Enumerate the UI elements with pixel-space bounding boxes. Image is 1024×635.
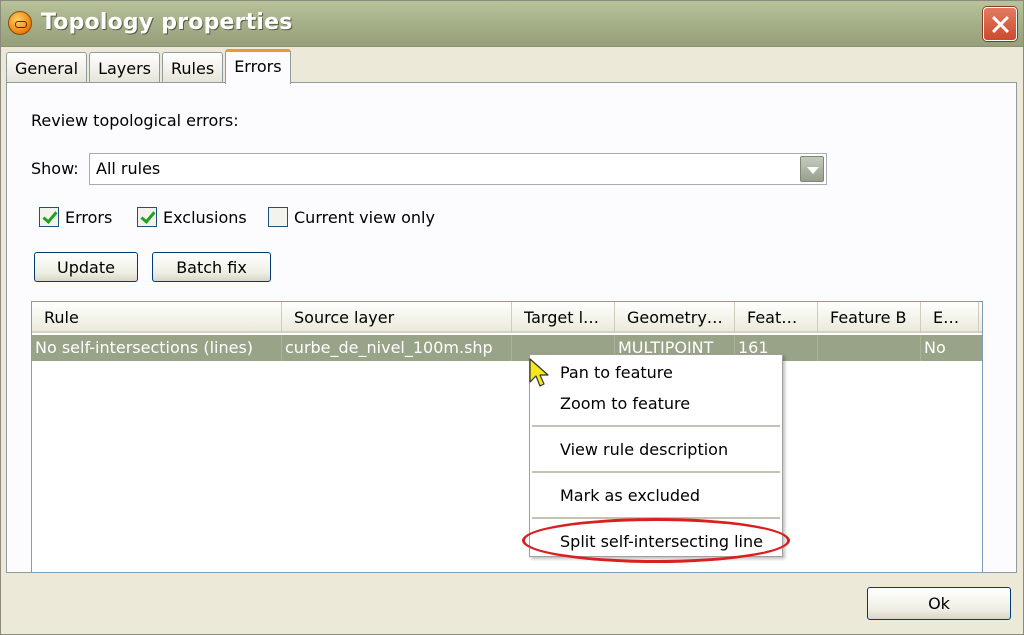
menu-item-mark-as-excluded[interactable]: Mark as excluded (560, 486, 700, 505)
table-row[interactable]: No self-intersections (lines) curbe_de_n… (32, 335, 982, 361)
context-menu: Pan to feature Zoom to feature View rule… (529, 354, 783, 557)
batch-fix-button[interactable]: Batch fix (152, 252, 271, 282)
cell-feature-b (818, 335, 921, 361)
column-header-geometry[interactable]: Geometry… (615, 302, 735, 333)
menu-separator (532, 425, 780, 427)
ok-button[interactable]: Ok (867, 587, 1011, 620)
chevron-down-icon[interactable] (800, 156, 824, 182)
menu-item-pan-to-feature[interactable]: Pan to feature (560, 363, 673, 382)
tab-errors[interactable]: Errors (225, 49, 291, 84)
show-rules-value: All rules (96, 159, 161, 178)
current-view-checkbox-label: Current view only (294, 207, 435, 227)
tab-general[interactable]: General (6, 52, 88, 83)
cell-source-layer: curbe_de_nivel_100m.shp (282, 335, 512, 361)
errors-table: Rule Source layer Target l… Geometry… Fe… (31, 301, 983, 573)
menu-item-view-rule-description[interactable]: View rule description (560, 440, 728, 459)
exclusions-checkbox[interactable] (137, 207, 157, 227)
show-rules-dropdown[interactable]: All rules (89, 153, 827, 185)
cell-rule: No self-intersections (lines) (32, 335, 282, 361)
mouse-pointer-icon (529, 358, 549, 387)
table-header: Rule Source layer Target l… Geometry… Fe… (32, 302, 982, 333)
tab-bar: General Layers Rules Errors (6, 48, 293, 84)
current-view-checkbox[interactable] (268, 207, 288, 227)
cell-excluded: No (924, 338, 946, 357)
menu-item-split-self-intersecting-line[interactable]: Split self-intersecting line (560, 532, 763, 551)
close-icon[interactable] (983, 7, 1017, 41)
exclusions-checkbox-label: Exclusions (163, 207, 247, 227)
app-logo-icon (8, 11, 32, 35)
tab-rules[interactable]: Rules (162, 52, 224, 83)
tab-layers[interactable]: Layers (89, 52, 161, 83)
column-header-target-layer[interactable]: Target l… (512, 302, 615, 333)
errors-checkbox-row[interactable]: Errors (39, 207, 112, 227)
exclusions-checkbox-row[interactable]: Exclusions (137, 207, 247, 227)
column-header-feature-b[interactable]: Feature B (818, 302, 921, 333)
review-errors-label: Review topological errors: (31, 111, 239, 130)
menu-separator (532, 517, 780, 519)
column-header-source-layer[interactable]: Source layer (282, 302, 512, 333)
title-bar[interactable]: Topology properties (1, 1, 1023, 47)
current-view-checkbox-row[interactable]: Current view only (268, 207, 435, 227)
menu-item-zoom-to-feature[interactable]: Zoom to feature (560, 394, 690, 413)
column-header-excluded[interactable]: E… (921, 302, 979, 333)
menu-separator (532, 471, 780, 473)
column-header-feature-a[interactable]: Feat… (735, 302, 818, 333)
topology-properties-dialog: Topology properties General Layers Rules… (0, 0, 1024, 635)
column-header-rule[interactable]: Rule (32, 302, 282, 333)
show-label: Show: (31, 159, 79, 178)
window-title: Topology properties (41, 10, 293, 35)
errors-checkbox[interactable] (39, 207, 59, 227)
update-button[interactable]: Update (34, 252, 138, 282)
errors-checkbox-label: Errors (65, 207, 113, 227)
